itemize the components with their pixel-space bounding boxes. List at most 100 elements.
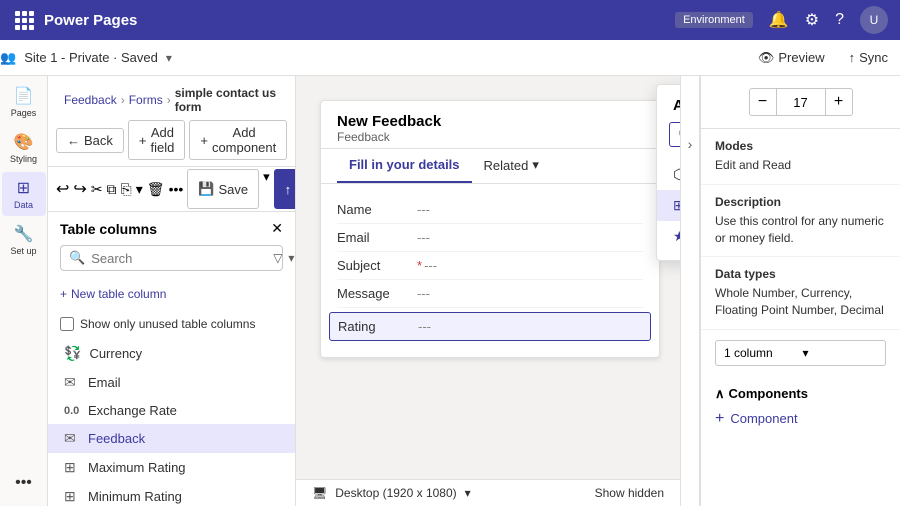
modes-section: Modes Edit and Read	[701, 129, 900, 185]
notification-icon[interactable]: 🔔	[769, 10, 789, 30]
field-value-email: ---	[417, 230, 430, 245]
filter-icon[interactable]: ▽	[273, 251, 282, 265]
sidebar-item-email[interactable]: ✉ Email	[48, 368, 295, 397]
sidebar-item-maximum-rating[interactable]: ⊞ Maximum Rating	[48, 453, 295, 482]
pages-icon: 📄	[14, 86, 34, 106]
redo-icon[interactable]: ↪	[73, 179, 86, 199]
acp-items: ⬡ Canvas app ⊞ Number Input ★ Star Ratin…	[657, 155, 680, 260]
toolbar-right-site: 👁 Preview ↑ Sync	[746, 50, 900, 66]
top-bar-right: Environment 🔔 ⚙ ? U	[675, 6, 888, 34]
field-value-message: ---	[417, 286, 430, 301]
form-fields: Name --- Email --- Subject * --- Message	[321, 184, 659, 357]
preview-button[interactable]: 👁 Preview	[746, 50, 837, 66]
nav-item-pages[interactable]: 📄 Pages	[2, 80, 46, 124]
nav-item-data[interactable]: ⊞ Data	[2, 172, 46, 216]
more-options-icon[interactable]: •••	[169, 181, 184, 197]
form-field-message: Message ---	[337, 280, 643, 308]
number-decrease-button[interactable]: −	[749, 88, 777, 116]
nav-item-more[interactable]: •••	[2, 468, 46, 498]
form-field-name: Name ---	[337, 196, 643, 224]
undo-icon[interactable]: ↩	[56, 179, 69, 199]
show-hidden-btn[interactable]: Show hidden	[595, 486, 664, 500]
related-dropdown-icon[interactable]: ▾	[532, 157, 539, 173]
sidebar-item-currency[interactable]: 💱 Currency	[48, 339, 295, 368]
field-value-name: ---	[417, 202, 430, 217]
paste-down-icon[interactable]: ▾	[136, 181, 143, 198]
paste-icon[interactable]: ⎘	[121, 181, 132, 198]
exchange-rate-icon: 0.0	[64, 405, 80, 417]
add-col-icon: +	[60, 287, 67, 301]
sidebar-item-feedback[interactable]: ✉ Feedback	[48, 424, 295, 453]
acp-search[interactable]: 🔍	[669, 122, 680, 147]
form-field-rating[interactable]: Rating ---	[329, 312, 651, 341]
sidebar-actions: + New table column	[48, 279, 295, 313]
search-icon: 🔍	[69, 250, 85, 266]
desktop-dropdown-icon[interactable]: ▾	[465, 486, 471, 500]
back-button[interactable]: ← Back	[56, 128, 124, 153]
delete-icon[interactable]: 🗑	[147, 181, 165, 198]
number-increase-button[interactable]: +	[825, 88, 853, 116]
description-title: Description	[715, 195, 886, 209]
save-icon: 💾	[198, 181, 214, 197]
left-nav: 📄 Pages 🎨 Styling ⊞ Data 🔧 Set up •••	[0, 76, 48, 506]
nav-item-setup[interactable]: 🔧 Set up	[2, 218, 46, 262]
sidebar-item-minimum-rating[interactable]: ⊞ Minimum Rating	[48, 482, 295, 506]
form-card-title: New Feedback	[337, 113, 643, 130]
avatar[interactable]: U	[860, 6, 888, 34]
save-button[interactable]: 💾 Save	[187, 169, 259, 209]
component-add-button[interactable]: + Component	[715, 410, 798, 428]
components-section: ∧ Components + Component	[701, 376, 900, 438]
panel-collapse-button[interactable]: ›	[680, 76, 700, 506]
add-component-panel: Add component 🔍 ⬡ Canvas app ⊞ Number In…	[656, 84, 680, 261]
field-label-rating: Rating	[338, 319, 418, 334]
nav-item-styling[interactable]: 🎨 Styling	[2, 126, 46, 170]
star-rating-icon: ★	[673, 228, 680, 245]
column-dropdown[interactable]: 1 column ▾	[715, 340, 886, 366]
breadcrumb-root[interactable]: Feedback	[64, 93, 117, 107]
field-value-rating: ---	[418, 319, 431, 334]
breadcrumb-sep2: ›	[167, 93, 171, 107]
data-types-title: Data types	[715, 267, 886, 281]
help-icon[interactable]: ?	[835, 11, 844, 29]
item-label-exchange-rate: Exchange Rate	[88, 403, 177, 418]
search-input[interactable]	[91, 251, 267, 266]
add-col-label: New table column	[71, 287, 166, 301]
sidebar-search[interactable]: 🔍 ▽ ▾	[60, 245, 283, 271]
sidebar-item-exchange-rate[interactable]: 0.0 Exchange Rate	[48, 397, 295, 424]
data-types-section: Data types Whole Number, Currency, Float…	[701, 257, 900, 330]
data-icon: ⊞	[17, 178, 30, 198]
tab-fill-in-details[interactable]: Fill in your details	[337, 149, 472, 183]
add-column-button[interactable]: + New table column	[60, 283, 166, 305]
field-label-subject: Subject	[337, 258, 417, 273]
add-field-button[interactable]: + Add field	[128, 120, 185, 160]
sidebar: Feedback › Forms › simple contact us for…	[48, 76, 296, 506]
settings-icon[interactable]: ⚙	[805, 10, 819, 30]
site-dropdown-icon[interactable]: ▾	[166, 51, 172, 65]
acp-item-star-rating[interactable]: ★ Star Rating	[657, 221, 680, 252]
nav-label-data: Data	[14, 200, 33, 210]
preview-label: Preview	[778, 50, 824, 65]
filter-label: Show only unused table columns	[80, 317, 255, 331]
cut-icon[interactable]: ✂	[91, 181, 103, 198]
sync-button[interactable]: ↑ Sync	[837, 50, 900, 65]
filter-dropdown-icon[interactable]: ▾	[288, 251, 294, 265]
copy-icon[interactable]: ⧉	[107, 181, 117, 198]
sidebar-header: Table columns ✕	[48, 212, 295, 245]
acp-item-canvas-app[interactable]: ⬡ Canvas app	[657, 159, 680, 190]
acp-item-number-input[interactable]: ⊞ Number Input	[657, 190, 680, 221]
currency-icon: 💱	[64, 345, 81, 362]
item-label-feedback: Feedback	[88, 431, 145, 446]
add-component-button[interactable]: + Add component	[189, 120, 287, 160]
maximum-rating-icon: ⊞	[64, 459, 80, 476]
components-collapse-icon[interactable]: ∧	[715, 386, 725, 402]
save-dropdown-icon[interactable]: ▾	[263, 169, 270, 209]
edit-toolbar: ↩ ↪ ✂ ⧉ ⎘ ▾ 🗑 ••• 💾 Save ▾ ↑ Publish for…	[48, 167, 295, 212]
number-control: − 17 +	[701, 76, 900, 129]
filter-checkbox[interactable]	[60, 317, 74, 331]
column-dropdown-icon: ▾	[803, 346, 878, 360]
breadcrumb-mid[interactable]: Forms	[129, 93, 163, 107]
sidebar-close-icon[interactable]: ✕	[271, 220, 283, 237]
tab-related[interactable]: Related ▾	[472, 149, 551, 183]
waffle-icon[interactable]	[12, 8, 36, 32]
publish-form-button[interactable]: ↑ Publish form	[274, 169, 296, 209]
